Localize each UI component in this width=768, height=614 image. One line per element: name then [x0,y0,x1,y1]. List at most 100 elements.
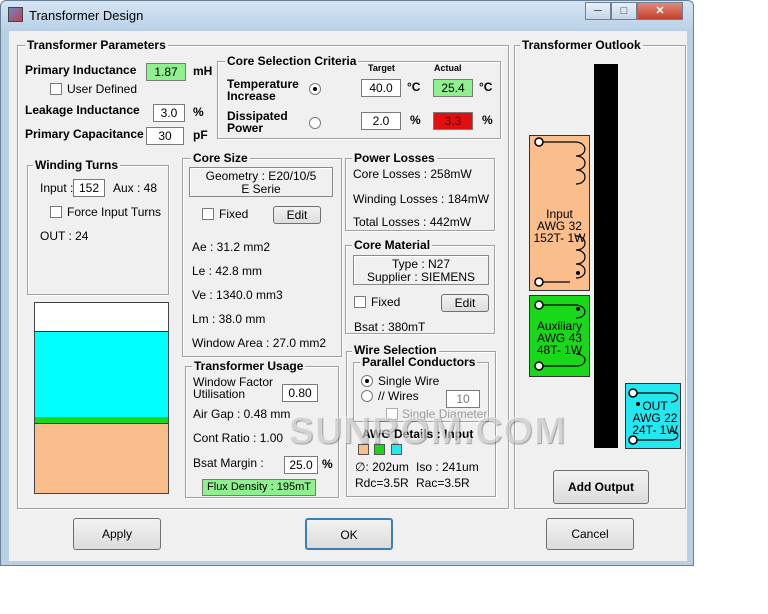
core-bar [594,64,618,448]
window-factor-input[interactable]: 0.80 [282,384,318,402]
core-size-fixed-checkbox[interactable] [202,208,214,220]
dissipated-power-radio[interactable] [309,117,321,129]
transformer-outlook-title: Transformer Outlook [520,38,643,52]
ok-button[interactable]: OK [305,518,393,550]
user-defined-label: User Defined [67,82,138,96]
primary-inductance-value: 1.87 [146,63,186,81]
core-material-bsat: Bsat : 380mT [354,320,426,334]
winding-out-value: OUT : 24 [40,229,89,243]
primary-capacitance-label: Primary Capacitance [25,127,144,141]
force-input-turns-label: Force Input Turns [67,205,162,219]
multi-wire-count-input[interactable]: 10 [446,390,480,408]
single-wire-radio[interactable] [361,375,373,387]
core-selection-criteria-title: Core Selection Criteria [225,54,359,68]
winding-aux-value: Aux : 48 [113,181,158,195]
total-losses: Total Losses : 442mW [353,215,472,229]
core-material-fixed-checkbox[interactable] [354,296,366,308]
primary-inductance-unit: mH [193,64,213,78]
bsat-margin-input[interactable]: 25.0 [284,456,318,474]
core-material-supplier: Supplier : SIEMENS [366,270,476,284]
aux-coil-turns: 48T- 1W [536,343,583,357]
temperature-target-unit: °C [407,80,421,94]
core-geometry-display: Geometry : E20/10/5 E Serie [189,167,333,197]
temperature-actual-value: 25.4 [433,79,473,97]
out-coil-label: OUT AWG 22 24T- 1W [629,400,681,436]
aux-winding-fill [35,331,168,417]
power-actual-unit: % [482,113,493,127]
aux-wire-swatch[interactable] [374,444,385,455]
window-title: Transformer Design [29,8,144,23]
primary-capacitance-input[interactable]: 30 [146,127,184,145]
bsat-margin-unit: % [322,457,333,471]
apply-button[interactable]: Apply [73,518,161,550]
power-losses-title: Power Losses [352,151,437,165]
aux-coil[interactable]: Auxiliary AWG 43 48T- 1W [529,295,590,377]
parallel-conductors-title: Parallel Conductors [360,355,478,369]
temperature-increase-label: Temperature Increase [227,77,299,103]
primary-capacitance-unit: pF [193,128,208,142]
air-gap: Air Gap : 0.48 mm [193,407,291,421]
wire-rdc: Rdc=3.5R [355,476,409,490]
window-factor-label: Window Factor Utilisation [193,375,274,401]
aux-coil-label: Auxiliary AWG 43 48T- 1W [530,320,589,356]
input-winding-fill [35,423,168,493]
primary-inductance-label: Primary Inductance [25,63,137,77]
power-target-input[interactable]: 2.0 [361,112,401,130]
core-losses: Core Losses : 258mW [353,167,472,181]
leakage-inductance-label: Leakage Inductance [25,103,140,117]
app-window: Transformer Design ─ □ ✕ Transformer Par… [0,0,694,566]
app-icon [8,7,23,22]
winding-input-field[interactable]: 152 [73,179,105,197]
out-coil[interactable]: OUT AWG 22 24T- 1W [625,383,681,449]
maximize-button[interactable]: □ [611,2,637,20]
dissipated-power-label: Dissipated Power [227,109,288,135]
transformer-parameters-title: Transformer Parameters [25,38,168,52]
winding-input-label: Input : [40,181,74,195]
flux-density-display: Flux Density : 195mT [202,479,316,496]
multi-wire-label: // Wires [378,389,419,403]
core-lm: Lm : 38.0 mm [192,312,266,326]
cont-ratio: Cont Ratio : 1.00 [193,431,284,445]
single-diameter-label: Single Diameter [402,407,488,421]
target-header: Target [368,63,395,73]
single-diameter-checkbox[interactable] [386,408,398,420]
temperature-radio[interactable] [309,83,321,95]
core-ae: Ae : 31.2 mm2 [192,240,271,254]
wire-rac: Rac=3.5R [416,476,470,490]
leakage-inductance-input[interactable]: 3.0 [153,104,185,122]
core-size-edit-button[interactable]: Edit [273,206,321,224]
force-input-turns-checkbox[interactable] [50,206,62,218]
client-area: Transformer Parameters Primary Inductanc… [9,31,687,561]
cancel-button[interactable]: Cancel [546,518,634,550]
core-ve: Ve : 1340.0 mm3 [192,288,283,302]
out-wire-swatch[interactable] [391,444,402,455]
input-wire-swatch[interactable] [358,444,369,455]
input-coil[interactable]: Input AWG 32 152T- 1W [529,135,590,291]
temperature-target-input[interactable]: 40.0 [361,79,401,97]
core-window-area: Window Area : 27.0 mm2 [192,336,327,350]
title-bar[interactable]: Transformer Design ─ □ ✕ [1,1,693,29]
winding-losses: Winding Losses : 184mW [353,192,490,206]
input-coil-turns: 152T- 1W [533,231,586,245]
multi-wire-radio[interactable] [361,390,373,402]
awg-details-title: AWG Details : Input [362,427,474,441]
minimize-button[interactable]: ─ [585,2,611,20]
core-material-title: Core Material [352,238,433,252]
power-target-unit: % [410,113,421,127]
single-wire-label: Single Wire [378,374,440,388]
add-output-button[interactable]: Add Output [553,470,649,504]
core-size-fixed-label: Fixed [219,207,249,221]
user-defined-checkbox[interactable] [50,83,62,95]
core-material-display: Type : N27 Supplier : SIEMENS [353,255,489,285]
winding-turns-title: Winding Turns [33,158,120,172]
bsat-margin-label: Bsat Margin : [193,456,264,470]
close-button[interactable]: ✕ [637,2,683,20]
temperature-actual-unit: °C [479,80,493,94]
wire-diameter: ∅: 202um [355,460,409,474]
input-coil-label: Input AWG 32 152T- 1W [530,208,589,244]
leakage-inductance-unit: % [193,105,204,119]
core-serie: E Serie [241,182,281,196]
core-material-edit-button[interactable]: Edit [441,294,489,312]
out-coil-turns: 24T- 1W [632,423,678,437]
power-actual-value: 3.3 [433,112,473,130]
